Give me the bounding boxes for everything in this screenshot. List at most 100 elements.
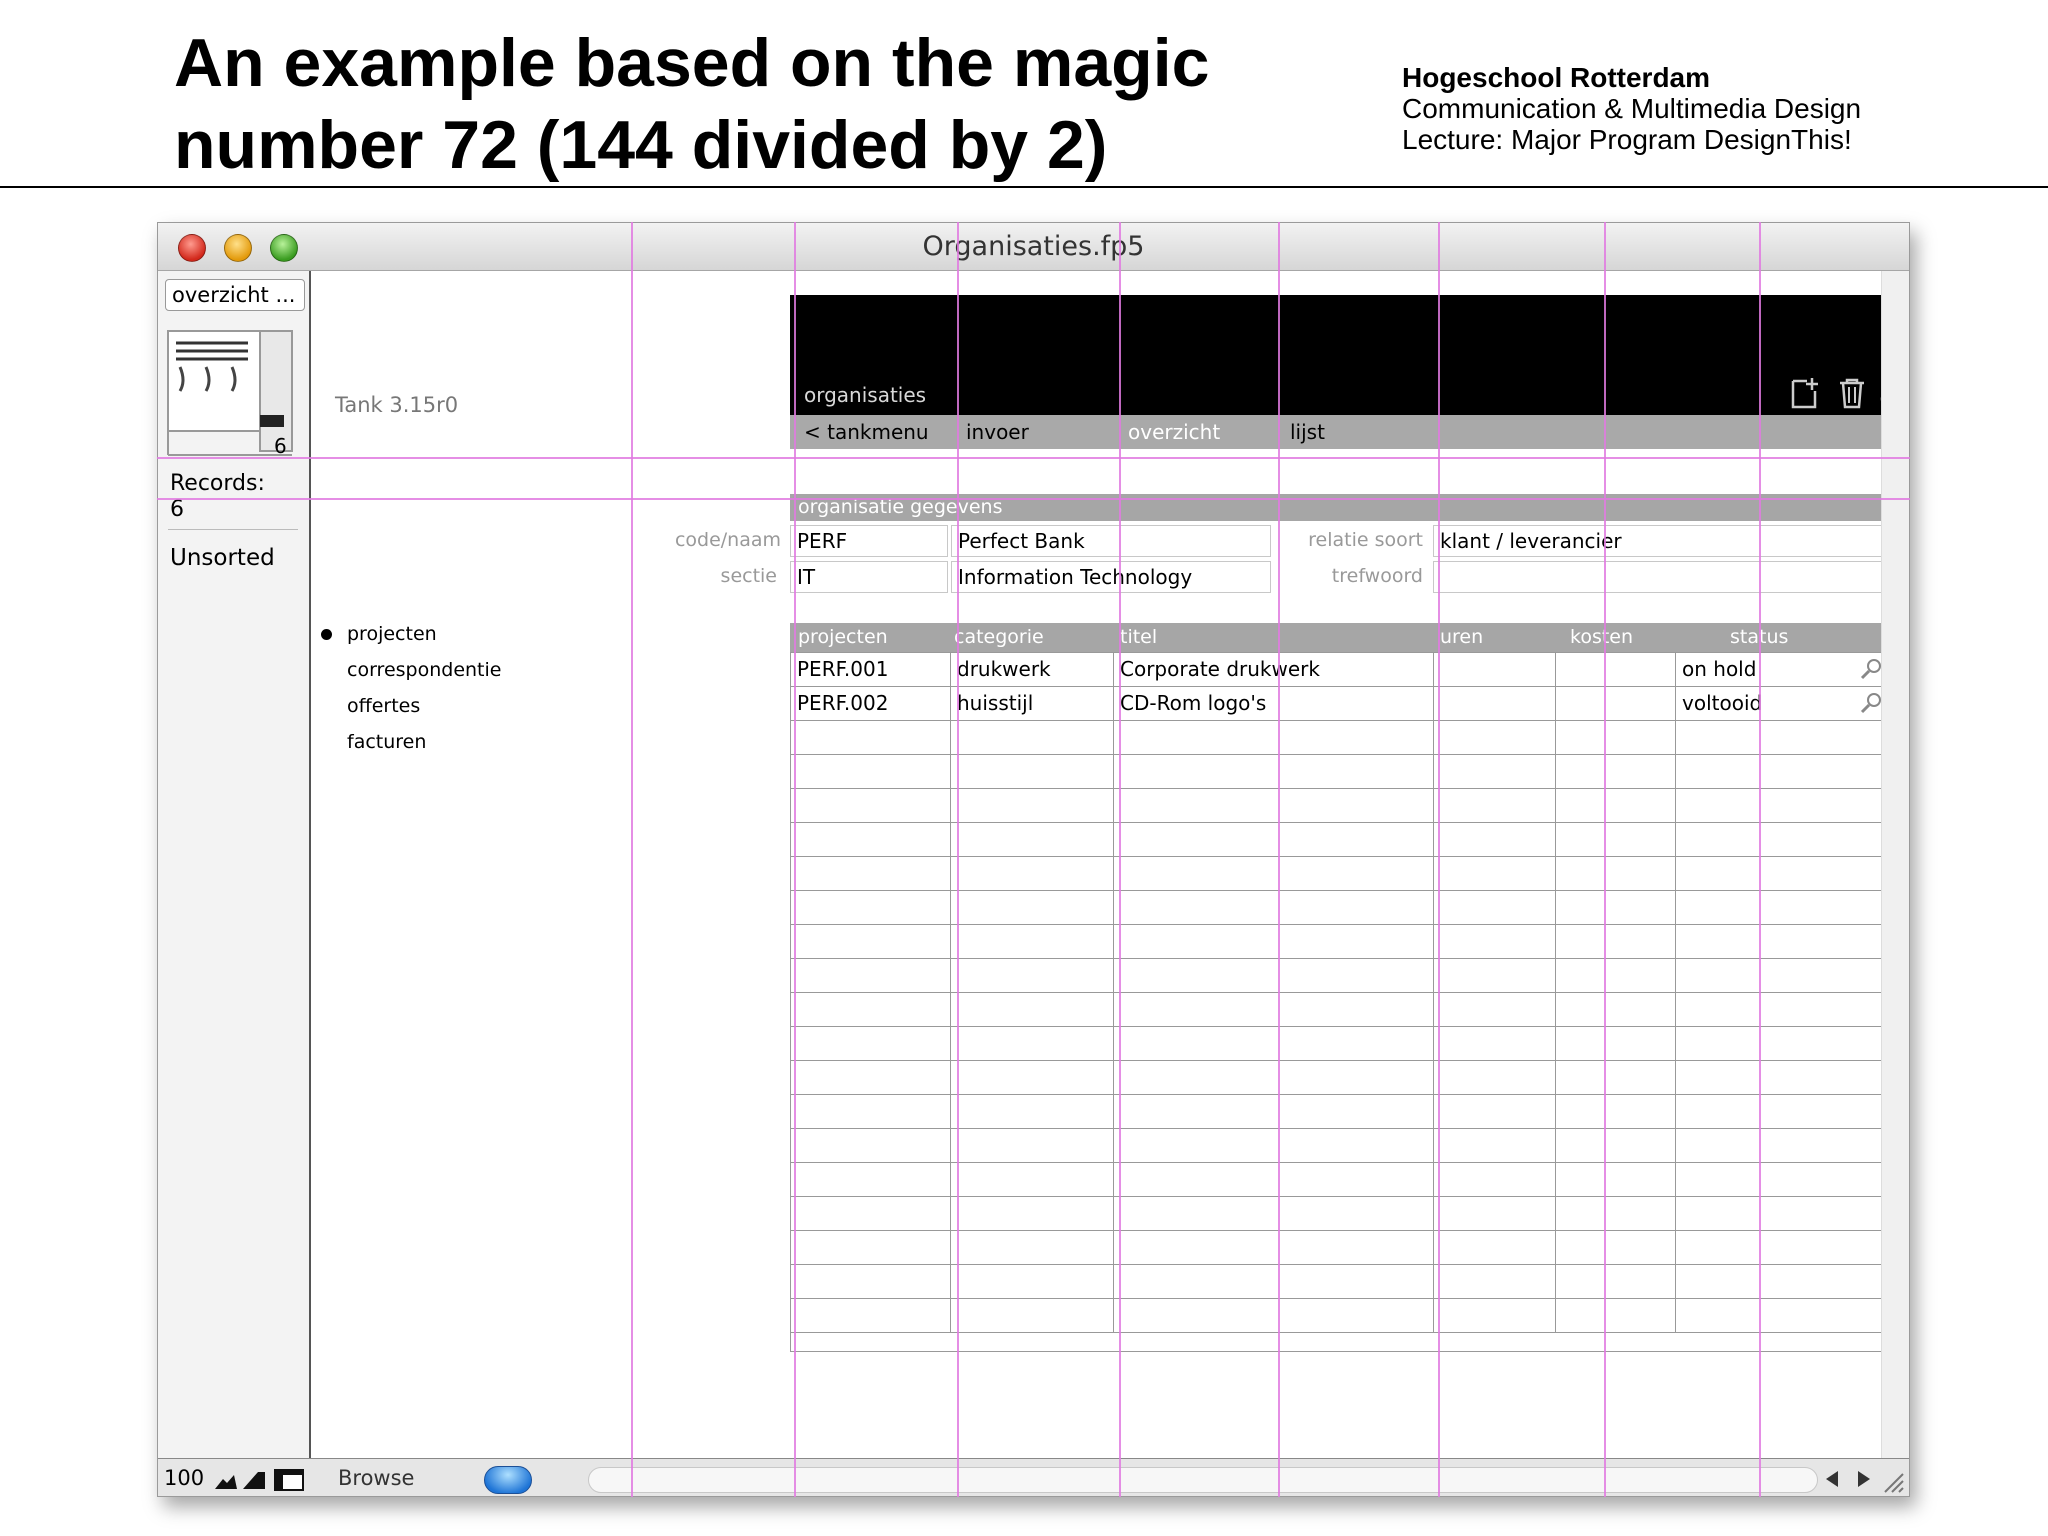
empty-cell[interactable]: [951, 959, 1114, 992]
empty-cell[interactable]: [1676, 891, 1889, 924]
empty-cell[interactable]: [1556, 1095, 1676, 1128]
scroll-right-arrow-icon[interactable]: [1858, 1471, 1870, 1487]
naam-field[interactable]: Perfect Bank: [951, 525, 1271, 557]
empty-cell[interactable]: [791, 1197, 951, 1230]
empty-cell[interactable]: [951, 1129, 1114, 1162]
empty-cell[interactable]: [1676, 1129, 1889, 1162]
empty-cell[interactable]: [1676, 857, 1889, 890]
empty-cell[interactable]: [1114, 721, 1434, 754]
empty-cell[interactable]: [1434, 1061, 1556, 1094]
empty-cell[interactable]: [1114, 993, 1434, 1026]
sectie-naam-field[interactable]: Information Technology: [951, 561, 1271, 593]
empty-cell[interactable]: [1114, 1197, 1434, 1230]
empty-cell[interactable]: [1676, 823, 1889, 856]
empty-cell[interactable]: [1434, 1095, 1556, 1128]
zoom-out-icon[interactable]: [214, 1469, 238, 1491]
empty-cell[interactable]: [1434, 721, 1556, 754]
empty-cell[interactable]: [791, 789, 951, 822]
empty-cell[interactable]: [1114, 1163, 1434, 1196]
empty-cell[interactable]: [1676, 993, 1889, 1026]
empty-cell[interactable]: [791, 823, 951, 856]
empty-cell[interactable]: [1556, 823, 1676, 856]
empty-row[interactable]: [791, 1061, 1889, 1095]
empty-cell[interactable]: [1556, 755, 1676, 788]
status-cell[interactable]: voltooid: [1676, 687, 1889, 720]
mode-toggle-button[interactable]: [484, 1466, 532, 1494]
empty-cell[interactable]: [1676, 789, 1889, 822]
empty-cell[interactable]: [1556, 721, 1676, 754]
empty-cell[interactable]: [951, 1027, 1114, 1060]
empty-cell[interactable]: [1556, 1129, 1676, 1162]
code-field[interactable]: PERF: [790, 525, 948, 557]
empty-cell[interactable]: [1434, 857, 1556, 890]
project-code-cell[interactable]: PERF.001: [791, 653, 951, 686]
nav-tankmenu[interactable]: < tankmenu: [804, 420, 929, 444]
portal-nav-projecten[interactable]: projecten: [347, 623, 437, 645]
empty-cell[interactable]: [1556, 1027, 1676, 1060]
categorie-cell[interactable]: drukwerk: [951, 653, 1114, 686]
empty-cell[interactable]: [1434, 1231, 1556, 1264]
empty-cell[interactable]: [1114, 755, 1434, 788]
empty-cell[interactable]: [1114, 1129, 1434, 1162]
empty-cell[interactable]: [951, 1299, 1114, 1332]
empty-cell[interactable]: [791, 925, 951, 958]
horizontal-scrollbar[interactable]: [588, 1467, 1818, 1493]
empty-cell[interactable]: [951, 1061, 1114, 1094]
empty-cell[interactable]: [791, 891, 951, 924]
status-cell[interactable]: on hold: [1676, 653, 1889, 686]
empty-row[interactable]: [791, 1265, 1889, 1299]
empty-cell[interactable]: [1434, 925, 1556, 958]
empty-row[interactable]: [791, 1163, 1889, 1197]
empty-cell[interactable]: [1556, 1197, 1676, 1230]
empty-cell[interactable]: [1114, 1299, 1434, 1332]
trefwoord-dropdown[interactable]: [1433, 561, 1909, 593]
empty-cell[interactable]: [1114, 1095, 1434, 1128]
empty-cell[interactable]: [1114, 1265, 1434, 1298]
empty-cell[interactable]: [1556, 1163, 1676, 1196]
nav-lijst[interactable]: lijst: [1290, 420, 1325, 444]
empty-cell[interactable]: [951, 823, 1114, 856]
empty-row[interactable]: [791, 1129, 1889, 1163]
empty-cell[interactable]: [1434, 1299, 1556, 1332]
book-icon[interactable]: 6: [166, 329, 294, 457]
titel-cell[interactable]: Corporate drukwerk: [1114, 653, 1434, 686]
empty-cell[interactable]: [1434, 1163, 1556, 1196]
empty-row[interactable]: [791, 789, 1889, 823]
empty-cell[interactable]: [951, 925, 1114, 958]
uren-cell[interactable]: [1434, 653, 1556, 686]
trash-icon[interactable]: [1838, 377, 1866, 409]
zoom-level[interactable]: 100: [164, 1466, 204, 1490]
empty-cell[interactable]: [791, 721, 951, 754]
empty-row[interactable]: [791, 1197, 1889, 1231]
window-titlebar[interactable]: Organisaties.fp5: [158, 223, 1909, 271]
empty-cell[interactable]: [1676, 1163, 1889, 1196]
empty-cell[interactable]: [1676, 1061, 1889, 1094]
empty-cell[interactable]: [1114, 1231, 1434, 1264]
empty-cell[interactable]: [1114, 1027, 1434, 1060]
uren-cell[interactable]: [1434, 687, 1556, 720]
nav-overzicht[interactable]: overzicht: [1128, 420, 1220, 444]
empty-cell[interactable]: [951, 891, 1114, 924]
empty-cell[interactable]: [791, 1095, 951, 1128]
empty-cell[interactable]: [1114, 857, 1434, 890]
empty-row[interactable]: [791, 993, 1889, 1027]
layout-popup[interactable]: overzicht ...: [165, 279, 305, 311]
kosten-cell[interactable]: [1556, 687, 1676, 720]
portal-nav-offertes[interactable]: offertes: [347, 695, 420, 717]
empty-cell[interactable]: [951, 1197, 1114, 1230]
new-record-icon[interactable]: [1790, 377, 1820, 409]
empty-row[interactable]: [791, 959, 1889, 993]
empty-cell[interactable]: [951, 1163, 1114, 1196]
empty-cell[interactable]: [1434, 993, 1556, 1026]
kosten-cell[interactable]: [1556, 653, 1676, 686]
empty-cell[interactable]: [1434, 1265, 1556, 1298]
empty-cell[interactable]: [791, 1129, 951, 1162]
magnifier-icon[interactable]: [1859, 691, 1883, 715]
empty-cell[interactable]: [1556, 789, 1676, 822]
empty-cell[interactable]: [791, 1061, 951, 1094]
empty-cell[interactable]: [1556, 993, 1676, 1026]
empty-cell[interactable]: [1434, 959, 1556, 992]
project-code-cell[interactable]: PERF.002: [791, 687, 951, 720]
empty-cell[interactable]: [1114, 1061, 1434, 1094]
empty-row[interactable]: [791, 1095, 1889, 1129]
